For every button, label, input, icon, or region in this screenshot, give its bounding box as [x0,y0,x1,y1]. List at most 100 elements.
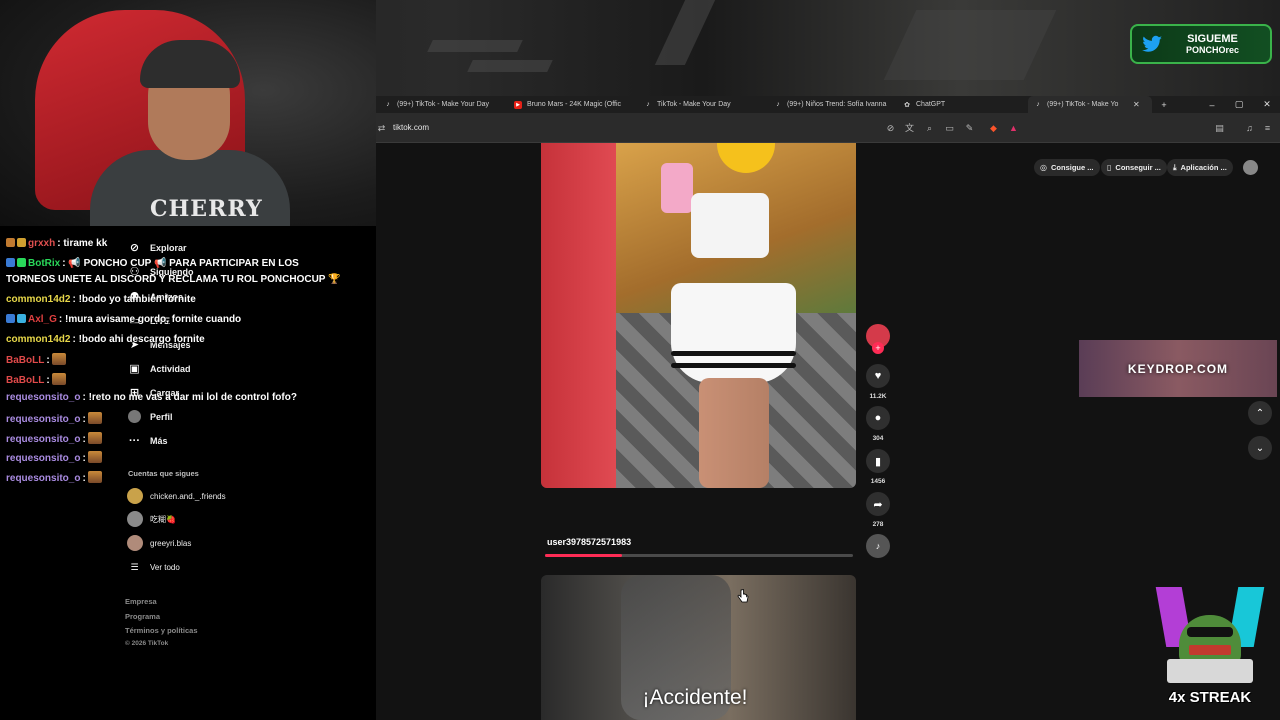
tab-1[interactable]: ♪ (99+) TikTok - Make Your Day [384,96,502,113]
chat-message: grxxh: tirame kk [6,238,107,249]
chatgpt-icon: ✿ [904,101,910,109]
chat-username: requesonsito_o [6,473,81,484]
following-account[interactable]: 吃糊🍓 [127,511,176,527]
brave-shield-icon[interactable]: ◆ [988,123,999,134]
compass-icon: ⊘ [129,242,140,254]
url-text[interactable]: tiktok.com [393,123,429,132]
chat-badge-icon [17,258,26,267]
tab-2[interactable]: ▶ Bruno Mars - 24K Magic (Offic [514,96,630,113]
twitter-icon [1142,35,1162,52]
chat-text: : [82,414,86,425]
chat-username: common14d2 [6,334,71,345]
chat-text: : 📢 PONCHO CUP 📢 PARA PARTICIPAR EN LOS [62,258,299,269]
site-settings-icon[interactable]: ⇄ [376,123,387,134]
no-tracking-icon[interactable]: ⊘ [885,123,896,134]
close-window-button[interactable]: ✕ [1257,96,1277,113]
sidebar-item-actividad[interactable]: ▣ Actividad [128,362,191,375]
list-icon: ☰ [130,562,139,572]
footer-link-terminos[interactable]: Términos y políticas [125,626,198,635]
twitter-line1: SIGUEME [1187,33,1238,45]
chat-message: requesonsito_o: [6,471,102,484]
twitter-handle: PONCHOrec [1186,45,1240,55]
youtube-icon: ▶ [514,100,522,109]
previous-video-button[interactable]: ⌃ [1248,401,1272,425]
chat-username: Axl_G [28,314,57,325]
download-app-pill[interactable]: ⤓ Aplicación ... [1167,159,1233,176]
activity-icon: ▣ [129,363,140,375]
coin-icon: ◎ [1040,163,1047,172]
footer-link-empresa[interactable]: Empresa [125,597,157,606]
comment-count: 304 [872,435,884,442]
user-avatar[interactable] [1243,160,1258,175]
sidebar-item-perfil[interactable]: Perfil [128,410,173,423]
tiktok-icon: ♪ [1036,101,1040,108]
rewards-icon[interactable]: ▲ [1008,123,1019,134]
copyright: © 2026 TikTok [125,640,169,647]
twitter-follow-badge: SIGUEME PONCHOrec [1130,24,1272,64]
streak-label: 4x STREAK [1168,689,1252,706]
get-app-pill[interactable]: ▯ Conseguir ... [1101,159,1167,176]
chat-message: BotRix: 📢 PONCHO CUP 📢 PARA PARTICIPAR E… [6,258,299,269]
edit-icon[interactable]: ✎ [964,123,975,134]
sidebar-item-mas[interactable]: ··· Más [128,434,168,447]
footer-link-programa[interactable]: Programa [125,612,160,621]
following-account[interactable]: chicken.and._.friends [127,488,226,504]
chat-text: : [46,355,50,366]
tab-4-label: (99+) Niños Trend: Sofía Ivanna [787,101,887,108]
chat-message: common14d2: !bodo ahi descargo fornite [6,334,205,345]
chat-emote-icon [87,412,102,424]
follow-plus-icon[interactable]: + [872,342,884,354]
tab-6-active[interactable]: ♪ (99+) TikTok - Make Yo ✕ [1028,96,1152,113]
comment-icon: ● [874,412,882,424]
chat-message: requesonsito_o: [6,432,102,445]
maximize-button[interactable]: ▢ [1229,96,1249,113]
share-button[interactable]: ➦ [866,492,890,516]
new-tab-button[interactable]: + [1154,96,1174,113]
save-button[interactable]: ▮ [866,449,890,473]
sidebar-toggle-icon[interactable]: ▤ [1214,123,1225,134]
chat-badge-icon [6,314,15,323]
tab-1-label: (99+) TikTok - Make Your Day [397,101,490,108]
minimize-button[interactable]: – [1202,96,1222,113]
chat-text: : !bodo ahi descargo fornite [72,334,205,345]
chat-username: grxxh [28,238,56,249]
chat-username: common14d2 [6,294,71,305]
address-bar[interactable]: ⇄ tiktok.com ⊘ 文 ⌕ ▭ ✎ ◆ ▲ ▤ ♫ ≡ [376,113,1280,143]
video-author[interactable]: user3978572571983 [547,537,631,547]
tab-5-label: ChatGPT [916,101,946,108]
chat-message: common14d2: !bodo yo también fornite [6,294,196,305]
music-disc-button[interactable]: ♪ [866,534,890,558]
tab-5[interactable]: ✿ ChatGPT [903,96,1003,113]
translate-icon[interactable]: 文 [904,123,915,134]
avatar [127,488,143,504]
video-progress-bar[interactable] [545,554,853,557]
avatar [127,535,143,551]
save-count: 1456 [870,478,886,485]
like-button[interactable]: ♥ [866,364,890,388]
get-coins-pill[interactable]: ◎ Consigue ... [1034,159,1100,176]
cast-icon[interactable]: ▭ [944,123,955,134]
tab-6-label: (99+) TikTok - Make Yo [1047,101,1119,108]
chat-message: requesonsito_o: !reto no me vas a dar mi… [6,392,297,403]
comment-button[interactable]: ● [866,406,890,430]
tab-4[interactable]: ♪ (99+) Niños Trend: Sofía Ivanna [774,96,888,113]
sidebar-item-label: Actividad [150,363,191,374]
chat-badge-icon [17,314,26,323]
video-player[interactable] [541,143,856,488]
sidebar-item-explorar[interactable]: ⊘ Explorar [128,241,187,254]
bookmark-icon: ▮ [874,455,882,468]
media-icon[interactable]: ♫ [1244,123,1255,134]
chat-text: : !bodo yo también fornite [72,294,196,305]
close-tab-icon[interactable]: ✕ [1133,100,1140,109]
menu-icon[interactable]: ≡ [1262,123,1273,134]
chat-emote-icon [87,451,102,463]
see-all-link[interactable]: ☰ Ver todo [128,561,179,574]
chat-text: : [82,453,86,464]
chat-username: requesonsito_o [6,453,81,464]
chat-message: BaBoLL: [6,353,66,366]
chat-message: BaBoLL: [6,373,66,386]
tab-3[interactable]: ♪ TikTok - Make Your Day [644,96,762,113]
zoom-icon[interactable]: ⌕ [924,123,935,134]
next-video-button[interactable]: ⌄ [1248,436,1272,460]
following-account[interactable]: greeyri.blas [127,535,191,551]
